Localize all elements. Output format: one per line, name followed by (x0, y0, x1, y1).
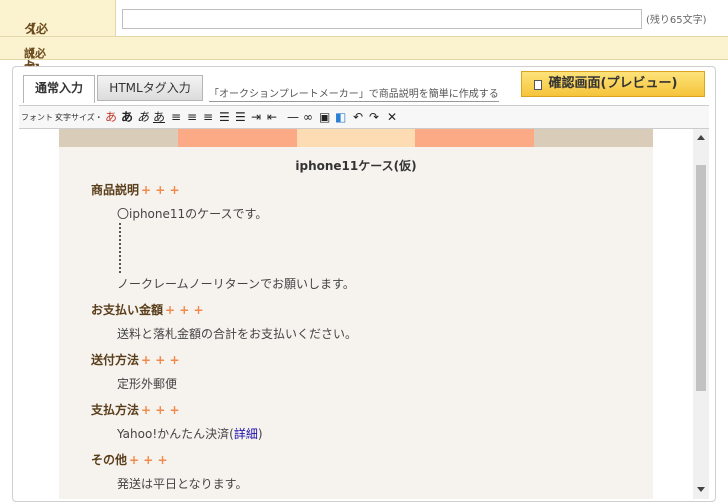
horizontal-rule-icon[interactable]: — (287, 109, 299, 125)
link-icon[interactable]: ∞ (303, 109, 313, 125)
bullet-list-icon[interactable]: ☰ (235, 109, 246, 125)
undo-icon[interactable]: ↶ (353, 109, 363, 125)
redo-icon[interactable]: ↷ (369, 109, 379, 125)
section-text: 定形外郵便 (117, 377, 178, 391)
scroll-thumb[interactable] (696, 165, 706, 391)
details-link[interactable]: 詳細 (234, 427, 258, 441)
media-icon[interactable]: ◧ (335, 109, 346, 125)
color-band-segment (296, 129, 416, 147)
scroll-down-icon[interactable] (697, 487, 705, 492)
section-heading-other: その他 + + + (91, 453, 168, 467)
section-text: 送料と落札金額の合計をお支払いください。 (117, 327, 358, 341)
image-icon[interactable]: ▣ (319, 109, 330, 125)
plus-marks: + + + (165, 303, 204, 317)
description-row: 説明【必須】 (0, 37, 728, 76)
scroll-up-icon[interactable] (697, 135, 705, 140)
bold-icon[interactable]: あ (121, 109, 133, 125)
outdent-icon[interactable]: ⇤ (267, 109, 277, 125)
plus-marks: + + + (141, 353, 180, 367)
title-row: タイトル【必須】 (残り65文字) (0, 0, 728, 87)
section-text: 発送は平日となります。 (117, 477, 248, 491)
text-color-icon[interactable]: あ (105, 109, 117, 125)
numbered-list-icon[interactable]: ☰ (219, 109, 230, 125)
editor-frame: 通常入力 HTMLタグ入力 「オークションプレートメーカー」で商品説明を簡単に作… (12, 66, 716, 502)
color-band-segment (59, 129, 178, 147)
section-heading-payment-method: 支払方法 + + + (91, 403, 180, 417)
section-text: ノークレームノーリターンでお願いします。 (117, 277, 355, 291)
color-band-segment (534, 129, 653, 147)
section-heading-payment-amount: お支払い金額 + + + (91, 303, 204, 317)
underline-icon[interactable]: あ (153, 109, 165, 125)
preview-button[interactable]: 確認画面(プレビュー) (521, 71, 705, 97)
color-band (59, 129, 653, 147)
title-input[interactable] (122, 9, 642, 29)
indent-icon[interactable]: ⇥ (251, 109, 261, 125)
plus-marks: + + + (141, 183, 180, 197)
italic-icon[interactable]: あ (137, 109, 149, 125)
align-center-icon[interactable]: ≡ (187, 109, 197, 125)
tab-normal-input[interactable]: 通常入力 (23, 75, 95, 103)
section-text: 〇iphone11のケースです。 (117, 207, 268, 221)
title-label-cell: タイトル【必須】 (0, 0, 116, 87)
plus-marks: + + + (141, 403, 180, 417)
plus-marks: + + + (129, 453, 168, 467)
preview-button-label: 確認画面(プレビュー) (548, 76, 678, 91)
section-heading-shipping-method: 送付方法 + + + (91, 353, 180, 367)
vertical-dots (119, 223, 123, 273)
color-band-segment (415, 129, 535, 147)
font-size-dropdown[interactable]: 文字サイズ・ (55, 110, 103, 126)
align-right-icon[interactable]: ≡ (203, 109, 213, 125)
description-document: iphone11ケース(仮) 商品説明 + + + 〇iphone11のケースです… (59, 147, 653, 499)
plate-maker-link[interactable]: 「オークションプレートメーカー」で商品説明を簡単に作成する (209, 85, 499, 102)
section-heading-item-description: 商品説明 + + + (91, 183, 180, 197)
document-title: iphone11ケース(仮) (295, 159, 417, 173)
editor-toolbar: フォント・ 文字サイズ・ あ あ あ あ ≡ ≡ ≡ ☰ ☰ ⇥ ⇤ — ∞ ▣… (19, 105, 709, 129)
section-text: Yahoo!かんたん決済(詳細) (117, 427, 263, 441)
clear-format-icon[interactable]: ✕ (387, 109, 397, 125)
align-left-icon[interactable]: ≡ (171, 109, 181, 125)
editor-content-area[interactable]: iphone11ケース(仮) 商品説明 + + + 〇iphone11のケースです… (19, 129, 709, 499)
color-band-segment (177, 129, 297, 147)
document-icon (534, 80, 542, 90)
title-remaining-count: (残り65文字) (646, 15, 707, 26)
tab-html-input[interactable]: HTMLタグ入力 (97, 75, 203, 101)
vertical-scrollbar[interactable] (693, 129, 709, 499)
